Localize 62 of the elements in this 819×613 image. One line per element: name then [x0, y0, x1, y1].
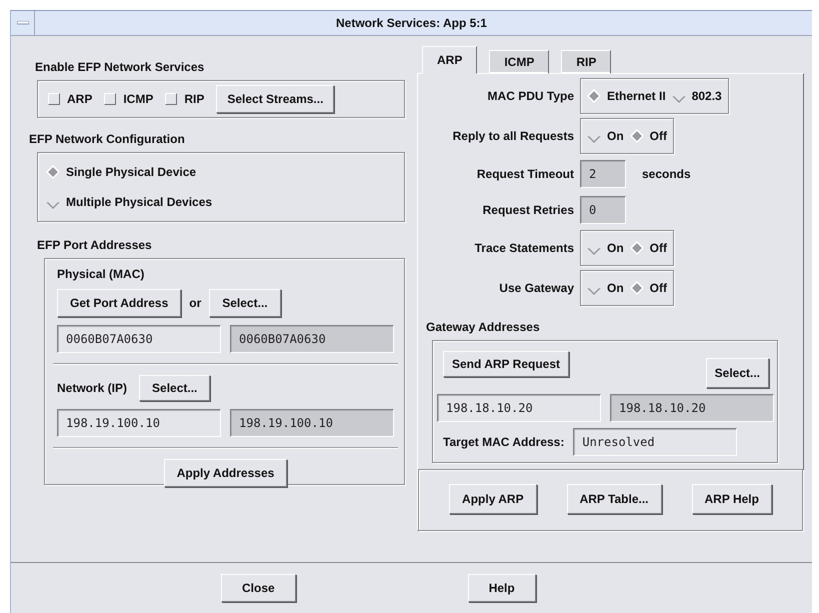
checkbox-label: ARP: [67, 92, 92, 106]
radio-button[interactable]: [46, 165, 60, 179]
setting-label: Trace Statements: [474, 241, 574, 255]
tab[interactable]: RIP: [561, 50, 612, 74]
dialog-button[interactable]: Help: [468, 574, 536, 602]
radio-label: Off: [650, 129, 667, 143]
text-field[interactable]: 0: [580, 196, 626, 224]
radio-label: Off: [650, 241, 667, 255]
tab[interactable]: ARP: [422, 46, 478, 74]
radio-button[interactable]: [587, 89, 601, 103]
checkbox[interactable]: [165, 93, 178, 105]
text-field[interactable]: 0060B07A0630: [230, 325, 394, 353]
get-port-address-button[interactable]: Get Port Address: [57, 289, 182, 317]
checkbox[interactable]: [104, 93, 116, 105]
window-title: Network Services: App 5:1: [335, 16, 488, 30]
setting-label: Reply to all Requests: [452, 129, 574, 143]
tab[interactable]: ICMP: [489, 50, 550, 74]
radio-button[interactable]: [630, 281, 644, 295]
section-title: EFP Port Addresses: [37, 238, 153, 252]
text-field[interactable]: Unresolved: [573, 428, 738, 456]
arp-action-button[interactable]: ARP Table...: [566, 484, 662, 514]
checkbox-label: RIP: [184, 92, 204, 106]
text-field[interactable]: 0060B07A0630: [57, 325, 221, 353]
radio-label: Single Physical Device: [66, 165, 196, 179]
send-arp-request-button[interactable]: Send ARP Request: [443, 351, 570, 377]
radio-label: Multiple Physical Devices: [66, 195, 212, 209]
text-field[interactable]: 198.19.100.10: [230, 409, 394, 437]
text-field[interactable]: 198.19.100.10: [57, 409, 221, 437]
group-label: Physical (MAC): [57, 267, 146, 281]
checkbox-label: ICMP: [123, 92, 154, 106]
section-title: EFP Network Configuration: [29, 132, 186, 146]
dialog-button[interactable]: Close: [221, 574, 296, 602]
radio-button[interactable]: [630, 129, 644, 143]
radio-label: On: [607, 281, 624, 295]
section-title: Gateway Addresses: [426, 320, 541, 334]
setting-label: MAC PDU Type: [486, 89, 574, 103]
radio-label: On: [607, 241, 624, 255]
unit-label: seconds: [642, 167, 691, 181]
checkbox[interactable]: [48, 93, 60, 105]
text-field[interactable]: 2: [580, 160, 626, 188]
setting-label: Request Timeout: [476, 167, 574, 181]
text-field[interactable]: 198.18.10.20: [610, 394, 774, 422]
select-button[interactable]: Select...: [209, 289, 281, 317]
text-field[interactable]: 198.18.10.20: [437, 394, 601, 422]
radio-label: Ethernet II: [607, 89, 666, 103]
menu-icon: [16, 21, 28, 25]
select-button[interactable]: Select...: [706, 358, 769, 388]
setting-label: Use Gateway: [498, 281, 574, 295]
radio-label: Off: [650, 281, 667, 295]
section-title: Enable EFP Network Services: [35, 60, 206, 74]
radio-label: 802.3: [692, 89, 722, 103]
target-mac-label: Target MAC Address:: [443, 435, 564, 449]
radio-button[interactable]: [630, 241, 644, 255]
select-button[interactable]: Select...: [139, 375, 210, 401]
apply-addresses-button[interactable]: Apply Addresses: [164, 459, 288, 487]
group-label: Network (IP): [57, 381, 128, 395]
or-label: or: [189, 296, 202, 310]
select-streams-button[interactable]: Select Streams...: [216, 85, 334, 113]
radio-label: On: [607, 129, 624, 143]
arp-action-button[interactable]: ARP Help: [692, 484, 772, 514]
arp-action-button[interactable]: Apply ARP: [449, 484, 537, 514]
setting-label: Request Retries: [482, 203, 574, 217]
